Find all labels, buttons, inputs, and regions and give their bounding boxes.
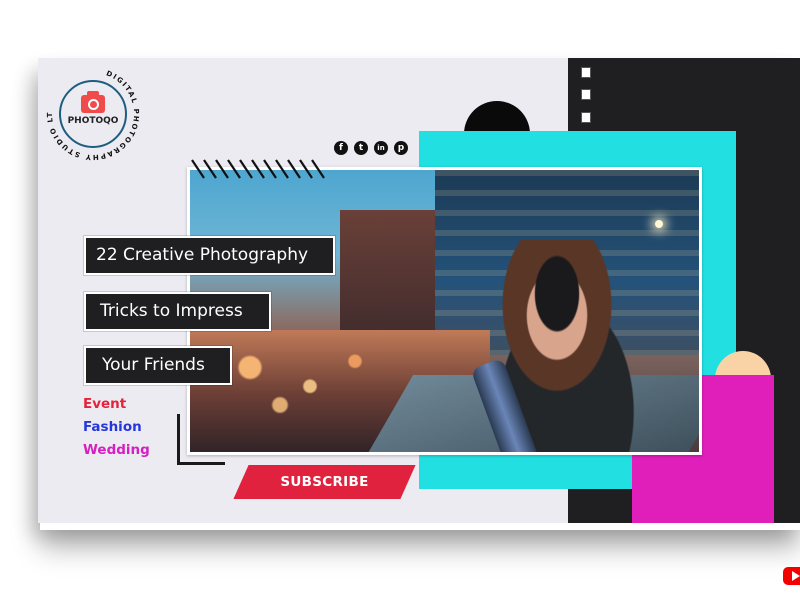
photo-building-left	[340, 210, 440, 350]
film-hole	[581, 112, 591, 123]
category-fashion: Fashion	[83, 419, 142, 435]
category-event: Event	[83, 396, 127, 412]
thumbnail-card: DIGITAL PHOTOGRAPHY STUDIO LTD. PHOTOQO …	[38, 58, 800, 523]
film-hole	[581, 67, 591, 78]
twitter-icon[interactable]: t	[354, 141, 368, 155]
hatch-lines-decoration	[191, 159, 325, 179]
linkedin-icon[interactable]: in	[374, 141, 388, 155]
facebook-icon[interactable]: f	[334, 141, 348, 155]
photo-street-lamp	[655, 220, 663, 228]
subscribe-button[interactable]: SUBSCRIBE	[233, 465, 416, 499]
studio-logo: DIGITAL PHOTOGRAPHY STUDIO LTD. PHOTOQO	[43, 64, 143, 164]
camera-icon	[81, 91, 105, 113]
logo-name: PHOTOQO	[67, 116, 119, 126]
category-wedding: Wedding	[83, 442, 150, 458]
title-line-2: Tricks to Impress	[84, 292, 271, 331]
corner-bracket-decoration	[177, 414, 225, 465]
youtube-icon	[783, 567, 800, 585]
title-line-3: Your Friends	[84, 346, 232, 385]
subscribe-label: SUBSCRIBE	[280, 474, 369, 490]
film-hole	[581, 89, 591, 100]
social-links: f t in p	[334, 141, 408, 155]
thumbnail-stage: DIGITAL PHOTOGRAPHY STUDIO LTD. PHOTOQO …	[0, 0, 800, 600]
title-line-1: 22 Creative Photography	[84, 236, 335, 275]
pinterest-icon[interactable]: p	[394, 141, 408, 155]
